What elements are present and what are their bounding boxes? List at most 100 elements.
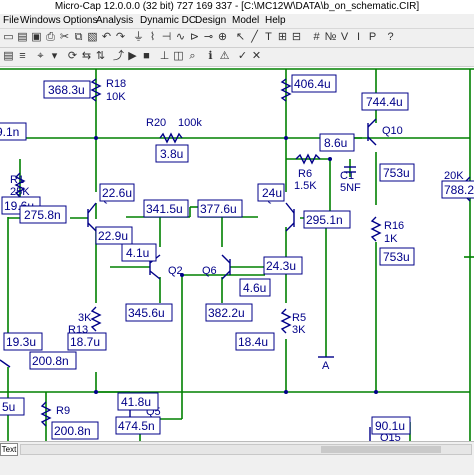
scrollbar-thumb[interactable]: [321, 446, 441, 453]
save-icon[interactable]: ▣: [30, 31, 43, 44]
text-icon[interactable]: T: [262, 31, 275, 44]
q1-collector: [87, 202, 97, 214]
stop-icon[interactable]: ■: [140, 50, 153, 63]
r-right-value: 20K: [444, 170, 464, 182]
readout-r16: 753u: [379, 247, 415, 266]
readout-q7-e: 24.3u: [263, 256, 303, 275]
menu-bar: File Windows Options Analysis Dynamic DC…: [0, 14, 474, 29]
toolbar-secondary: ▤ ≡ ⌖ ▾ ⟳ ⇆ ⇅ ⤴ ▶ ■ ⊥ ◫ ⌕ ℹ ⚠ ✓ ✕: [0, 48, 474, 67]
svg-text:9.1n: 9.1n: [0, 125, 19, 139]
r1-value: 25K: [10, 186, 30, 198]
redo-icon[interactable]: ↷: [114, 31, 127, 44]
zoom-in-icon[interactable]: ⊞: [276, 31, 289, 44]
readout-r9: 200.8n: [51, 421, 99, 440]
cut-icon[interactable]: ✂: [58, 31, 71, 44]
svg-text:406.4u: 406.4u: [294, 77, 331, 91]
undo-icon[interactable]: ↶: [100, 31, 113, 44]
menu-dynamic-dc[interactable]: Dynamic DC: [140, 14, 196, 28]
help-icon[interactable]: ?: [384, 31, 397, 44]
tab-text[interactable]: Text: [0, 443, 18, 456]
current-icon[interactable]: I: [352, 31, 365, 44]
diode-icon[interactable]: ⊳: [188, 31, 201, 44]
readout-q1-c: 22.6u: [99, 183, 135, 202]
r20-value: 100k: [178, 117, 202, 129]
bottom-bar: Text: [0, 441, 474, 475]
menu-model[interactable]: Model: [232, 14, 259, 28]
open-icon[interactable]: ▤: [16, 31, 29, 44]
info-icon[interactable]: ℹ: [204, 50, 217, 63]
mirror-icon[interactable]: ⇅: [94, 50, 107, 63]
grid-icon[interactable]: #: [310, 31, 323, 44]
readout-left-19: 19.3u: [3, 332, 43, 351]
paste-icon[interactable]: ▧: [86, 31, 99, 44]
title-bar: Micro-Cap 12.0.0.0 (32 bit) 727 169 337 …: [0, 0, 474, 14]
find-icon[interactable]: ⌕: [186, 50, 199, 63]
print-icon[interactable]: ⎙: [44, 31, 57, 44]
copy-icon[interactable]: ⧉: [72, 31, 85, 44]
ground-icon[interactable]: ⏚: [132, 31, 145, 44]
schematic-canvas[interactable]: R18 10K R20 100k R1 25K Q1 Q2 Q6 Q7 R6 1…: [0, 67, 474, 441]
menu-file[interactable]: File: [3, 14, 19, 28]
readout-left: 9.1n: [0, 122, 27, 141]
power-icon[interactable]: P: [366, 31, 379, 44]
svg-text:744.4u: 744.4u: [366, 95, 403, 109]
svg-text:90.1u: 90.1u: [375, 419, 405, 433]
horizontal-scrollbar[interactable]: [20, 444, 472, 455]
readout-q2-b: 4.1u: [121, 243, 157, 262]
source-icon[interactable]: ⊕: [216, 31, 229, 44]
r5-name: R5: [292, 312, 306, 324]
bjt-icon[interactable]: ⊸: [202, 31, 215, 44]
capacitor-icon[interactable]: ⊣: [160, 31, 173, 44]
voltage-icon[interactable]: V: [338, 31, 351, 44]
select-icon[interactable]: ↖: [234, 31, 247, 44]
probe-icon[interactable]: ⌖: [34, 50, 47, 63]
pin-icon[interactable]: ⊥: [158, 50, 171, 63]
flip-icon[interactable]: ⇆: [80, 50, 93, 63]
r16-name: R16: [384, 220, 404, 232]
r5-symbol: [280, 308, 292, 334]
menu-options[interactable]: Options: [63, 14, 97, 28]
svg-text:200.8n: 200.8n: [32, 354, 69, 368]
check-icon[interactable]: ✓: [236, 50, 249, 63]
svg-text:3.8u: 3.8u: [160, 147, 183, 161]
dropdown-icon[interactable]: ▾: [48, 50, 61, 63]
attribute-icon[interactable]: ◫: [172, 50, 185, 63]
node-a-label: A: [322, 360, 330, 372]
r6-value: 1.5K: [294, 180, 317, 192]
step-icon[interactable]: ⤴: [112, 50, 125, 63]
svg-text:24u: 24u: [262, 186, 282, 200]
wire-icon[interactable]: ╱: [248, 31, 261, 44]
r9-name: R9: [56, 405, 70, 417]
q6-label: Q6: [202, 265, 217, 277]
run-icon[interactable]: ▶: [126, 50, 139, 63]
readout-q1-b: 275.8n: [19, 205, 67, 224]
menu-help[interactable]: Help: [265, 14, 286, 28]
zoom-out-icon[interactable]: ⊟: [290, 31, 303, 44]
warning-icon[interactable]: ⚠: [218, 50, 231, 63]
svg-text:8.6u: 8.6u: [324, 136, 347, 150]
svg-text:474.5n: 474.5n: [118, 419, 155, 433]
rotate-icon[interactable]: ⟳: [66, 50, 79, 63]
r18-name: R18: [106, 78, 126, 90]
new-file-icon[interactable]: ▭: [2, 31, 15, 44]
c1-value: 5NF: [340, 182, 361, 194]
readout-q1-e: 22.9u: [95, 226, 133, 245]
svg-text:18.7u: 18.7u: [70, 335, 100, 349]
svg-text:788.2: 788.2: [444, 183, 474, 197]
readout-q6-e: 382.2u: [205, 303, 253, 322]
bus-icon[interactable]: ≡: [16, 50, 29, 63]
r13-value: 3K: [78, 312, 92, 324]
q2-label: Q2: [168, 265, 183, 277]
close-icon[interactable]: ✕: [250, 50, 263, 63]
svg-text:4.1u: 4.1u: [126, 246, 149, 260]
folder-icon[interactable]: ▤: [2, 50, 15, 63]
node-numbers-icon[interactable]: №: [324, 31, 337, 44]
menu-design[interactable]: Design: [195, 14, 226, 28]
menu-windows[interactable]: Windows: [20, 14, 61, 28]
inductor-icon[interactable]: ∿: [174, 31, 187, 44]
r16-value: 1K: [384, 233, 398, 245]
svg-text:5u: 5u: [2, 400, 15, 414]
resistor-icon[interactable]: ⌇: [146, 31, 159, 44]
q1-emitter: [87, 222, 97, 232]
menu-analysis[interactable]: Analysis: [96, 14, 133, 28]
